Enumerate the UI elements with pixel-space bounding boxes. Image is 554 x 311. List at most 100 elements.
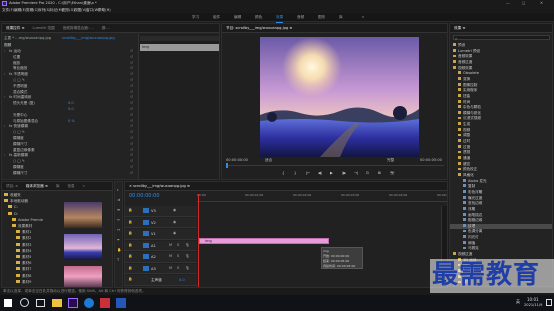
effect-row[interactable]: 模糊度 ↺ bbox=[4, 136, 135, 141]
premiere-taskbar-icon[interactable] bbox=[68, 298, 78, 308]
effect-row[interactable]: 光晕中心 ↺ bbox=[4, 113, 135, 118]
thumbnail-1[interactable] bbox=[64, 202, 102, 228]
notification-icon[interactable] bbox=[546, 299, 552, 306]
reset-icon[interactable]: ↺ bbox=[130, 61, 133, 66]
ime-indicator[interactable]: 英 bbox=[516, 299, 520, 305]
reset-icon[interactable]: ↺ bbox=[130, 78, 133, 83]
track-target[interactable] bbox=[143, 254, 149, 259]
solo-button[interactable]: S bbox=[177, 254, 179, 258]
folder-tree-item[interactable]: 收藏夹 bbox=[2, 193, 60, 199]
folder-tree-item[interactable]: 素材5 bbox=[2, 255, 60, 261]
reset-icon[interactable]: ↺ bbox=[130, 49, 133, 54]
mute-button[interactable]: M bbox=[169, 266, 172, 270]
reset-icon[interactable]: ↺ bbox=[130, 130, 133, 135]
fit-dropdown[interactable]: 适合 bbox=[265, 158, 272, 163]
effect-row[interactable]: 镜头光晕 (复) 0.0 ↺ bbox=[4, 101, 135, 106]
reset-icon[interactable]: ↺ bbox=[130, 84, 133, 89]
master-volume[interactable]: 0.0 bbox=[179, 275, 185, 285]
folder-tree-item[interactable]: 素材1 bbox=[2, 230, 60, 236]
eye-icon[interactable]: ◉ bbox=[173, 220, 176, 224]
task-view-icon[interactable] bbox=[36, 299, 45, 307]
transport-button[interactable]: ▶ bbox=[330, 170, 333, 177]
solo-button[interactable]: S bbox=[177, 266, 179, 270]
effect-row[interactable]: 位置 ↺ bbox=[4, 55, 135, 60]
reset-icon[interactable]: ↺ bbox=[130, 55, 133, 60]
folder-tree-item[interactable]: 素材9 bbox=[2, 279, 60, 286]
clock-time[interactable]: 10:01 bbox=[527, 297, 539, 302]
reset-icon[interactable]: ↺ bbox=[130, 66, 133, 71]
lock-icon[interactable]: 🔒 bbox=[128, 254, 132, 258]
mute-button[interactable]: M bbox=[169, 254, 172, 258]
monitor-playhead[interactable] bbox=[226, 163, 228, 168]
folder-tree-item[interactable]: 素材8 bbox=[2, 273, 60, 280]
search-taskbar-icon[interactable] bbox=[20, 298, 29, 307]
effect-row-value[interactable]: 0 % bbox=[68, 119, 75, 124]
effect-row-value[interactable]: 0.0 bbox=[68, 101, 74, 106]
quality-dropdown[interactable]: 完整 bbox=[387, 158, 394, 163]
transport-button[interactable]: ⊡ bbox=[366, 170, 369, 177]
reset-icon[interactable]: ↺ bbox=[130, 142, 133, 147]
reset-icon[interactable]: ↺ bbox=[130, 165, 133, 170]
close-button[interactable]: ✕ bbox=[540, 0, 543, 7]
tc-left[interactable]: 00:00:00:00 bbox=[226, 158, 248, 162]
effect-row[interactable]: 混合模式 ↺ bbox=[4, 90, 135, 95]
mic-icon[interactable]: 🎙 bbox=[185, 243, 190, 247]
timeline-tab[interactable]: × scrollby___img/wuxuanpg.jpg ≡ bbox=[125, 182, 194, 190]
effect-row[interactable]: 与原始图像混合 0 % ↺ bbox=[4, 119, 135, 124]
folder-tree-item[interactable]: 效果素材 bbox=[2, 224, 60, 230]
effect-controls-tab[interactable]: 源:... bbox=[98, 24, 114, 32]
folder-tree-item[interactable]: 本地驱动器 bbox=[2, 199, 60, 205]
edge-icon[interactable] bbox=[84, 298, 94, 308]
track-target[interactable] bbox=[143, 277, 149, 282]
type-tool-icon[interactable]: T bbox=[117, 258, 119, 262]
thumbnail-2[interactable] bbox=[64, 234, 102, 260]
effects-title[interactable]: 效果 ≡ bbox=[450, 24, 469, 32]
reset-icon[interactable]: ↺ bbox=[130, 113, 133, 118]
effect-row[interactable]: 缩放 ↺ bbox=[4, 61, 135, 66]
effect-row-value[interactable]: 0.0 bbox=[68, 107, 74, 112]
folder-tree-item[interactable]: 素材7 bbox=[2, 267, 60, 273]
track-select-icon[interactable]: ⇉ bbox=[117, 198, 120, 202]
windows-start-icon[interactable] bbox=[4, 299, 12, 307]
media-browser-tab[interactable]: » bbox=[79, 182, 89, 190]
timeline-timecode[interactable]: 00:00:00:00 bbox=[129, 193, 160, 199]
effect-row-toggle[interactable]: › bbox=[4, 124, 7, 129]
explorer-icon[interactable] bbox=[52, 299, 62, 307]
reset-icon[interactable]: ↺ bbox=[130, 90, 133, 95]
solo-button[interactable]: S bbox=[177, 243, 179, 247]
video-clip[interactable]: img bbox=[199, 238, 329, 244]
folder-tree-item[interactable]: 素材3 bbox=[2, 242, 60, 249]
effect-row[interactable]: 重复边缘像素 ↺ bbox=[4, 148, 135, 153]
reset-icon[interactable]: ↺ bbox=[130, 107, 133, 112]
workspace-tab[interactable]: 颜色 bbox=[255, 13, 262, 22]
mute-button[interactable]: M bbox=[169, 243, 172, 247]
reset-icon[interactable]: ↺ bbox=[130, 101, 133, 106]
effect-controls-tab[interactable]: Lumetri 范围 bbox=[29, 24, 59, 32]
effect-row[interactable]: 0.0 ↺ bbox=[4, 107, 135, 112]
folder-tree-item[interactable]: Adobe Premie bbox=[2, 217, 60, 224]
effect-row-toggle[interactable]: › bbox=[4, 153, 7, 158]
transport-button[interactable]: →| bbox=[354, 170, 358, 177]
transport-button[interactable]: |← bbox=[306, 170, 310, 177]
pen-tool-icon[interactable]: ✒ bbox=[117, 238, 120, 242]
effect-controls-tab[interactable]: 效果控件 ≡ bbox=[2, 24, 29, 32]
transport-button[interactable]: ◀| bbox=[318, 170, 322, 177]
eye-icon[interactable]: ◉ bbox=[173, 208, 176, 212]
time-ruler[interactable]: 00:00 00:00:01:00 00:00:02:00 00:00:03:00 00… bbox=[197, 193, 447, 202]
reset-icon[interactable]: ↺ bbox=[130, 171, 133, 176]
folder-tree-item[interactable]: 素材2 bbox=[2, 236, 60, 242]
folder-tree-item[interactable]: 素材4 bbox=[2, 248, 60, 255]
transport-button[interactable]: ⊠ bbox=[378, 170, 381, 177]
clock-date[interactable]: 2021/11/9 bbox=[524, 303, 542, 307]
workspace-tab[interactable]: 组件 bbox=[213, 13, 220, 22]
effect-row[interactable]: › fx 时间重映射 ↺ bbox=[4, 95, 135, 100]
effect-row[interactable]: › fx 高斯模糊 ↺ bbox=[4, 153, 135, 158]
effect-row-toggle[interactable]: › bbox=[4, 72, 7, 77]
media-browser-tab[interactable]: 项目: a bbox=[2, 182, 22, 190]
track-target[interactable] bbox=[143, 208, 149, 213]
effect-row[interactable]: › fx 不透明度 ↺ bbox=[4, 72, 135, 77]
hand-tool-icon[interactable]: ✋ bbox=[117, 248, 121, 252]
effect-row[interactable]: 模糊度 ↺ bbox=[4, 165, 135, 170]
slip-tool-icon[interactable]: ↔ bbox=[117, 228, 120, 232]
folder-tree-item[interactable]: C: bbox=[2, 205, 60, 211]
